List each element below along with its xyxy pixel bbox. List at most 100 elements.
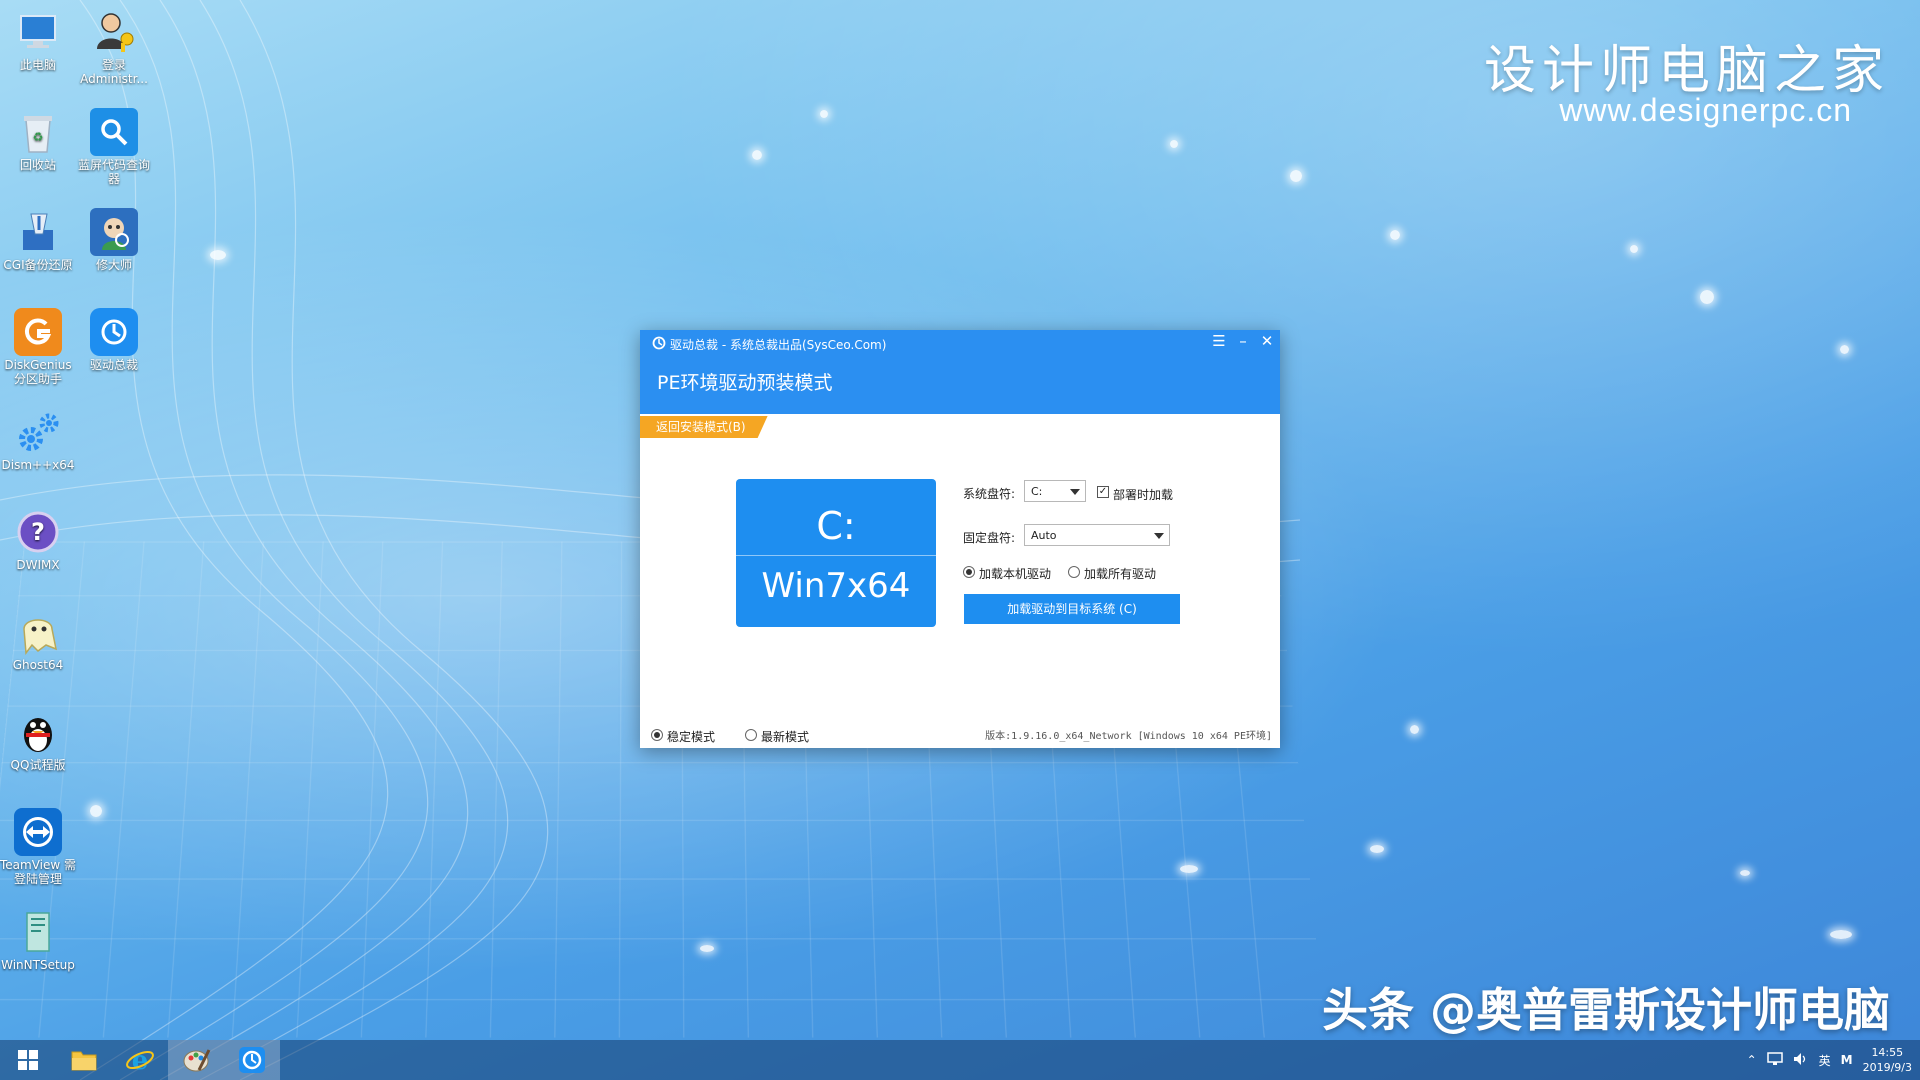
gears-icon	[14, 408, 62, 456]
desktop-icon-qq[interactable]: QQ试程版	[0, 708, 76, 772]
taskbar: e ⌃ 英 M 14:55 2019/9/3	[0, 1040, 1920, 1080]
close-icon[interactable]: ✕	[1256, 332, 1278, 350]
svg-text:?: ?	[31, 518, 45, 546]
desktop-icon-diskgenius[interactable]: DiskGenius 分区助手	[0, 308, 76, 386]
desktop-icon-label: TeamView 需登陆管理	[0, 858, 77, 886]
wallpaper-sparkle	[1370, 845, 1384, 853]
user-key-icon	[90, 8, 138, 56]
system-drive-label: 系统盘符:	[963, 487, 1016, 501]
wallpaper-sparkle	[90, 805, 102, 817]
desktop-icon-cgi-backup[interactable]: CGI备份还原	[0, 208, 76, 272]
window-header: 驱动总裁 - 系统总裁出品(SysCeo.Com) ☰ – ✕ PE环境驱动预装…	[640, 330, 1280, 414]
desktop-icon-label: DWIMX	[16, 558, 60, 572]
desktop-icon-admin-login[interactable]: 登录 Administr...	[76, 8, 152, 86]
input-method-indicator[interactable]: M	[1841, 1053, 1853, 1067]
qq-penguin-icon	[14, 708, 62, 756]
stable-mode-label: 稳定模式	[667, 730, 716, 744]
target-os-name: Win7x64	[761, 566, 911, 606]
system-tray: ⌃ 英 M 14:55 2019/9/3	[1747, 1040, 1912, 1080]
chevron-down-icon	[1070, 489, 1080, 495]
wallpaper-sparkle	[1740, 870, 1750, 876]
internet-explorer-icon[interactable]: e	[112, 1040, 168, 1080]
desktop-icon-label: 修大师	[95, 258, 132, 272]
desktop-icon-ghost64[interactable]: Ghost64	[0, 608, 76, 672]
target-system-card: C: Win7x64	[736, 479, 936, 627]
windows-start-icon[interactable]	[0, 1040, 56, 1080]
desktop-icon-label: 回收站	[19, 158, 56, 172]
deploy-load-checkbox[interactable]: ✓	[1097, 486, 1109, 498]
wallpaper-sparkle	[1290, 170, 1302, 182]
desktop-icon-dism[interactable]: Dism++x64	[0, 408, 76, 472]
back-to-install-mode-button[interactable]: 返回安装模式(B)	[640, 416, 768, 438]
help-icon: ?	[14, 508, 62, 556]
wallpaper-sparkle	[1830, 930, 1852, 939]
teamviewer-icon	[14, 808, 62, 856]
desktop-icon-recycle-bin[interactable]: ♻ 回收站	[0, 108, 76, 172]
app-logo-icon	[652, 336, 666, 353]
driver-ceo-window: 驱动总裁 - 系统总裁出品(SysCeo.Com) ☰ – ✕ PE环境驱动预装…	[640, 330, 1280, 748]
stable-mode-radio[interactable]	[651, 729, 663, 741]
wallpaper-sparkle	[1410, 725, 1419, 734]
minimize-icon[interactable]: –	[1232, 332, 1254, 350]
menu-icon[interactable]: ☰	[1208, 332, 1230, 350]
load-all-drivers-label: 加载所有驱动	[1084, 567, 1157, 581]
watermark-url: www.designerpc.cn	[1559, 92, 1852, 128]
wallpaper-sparkle	[820, 110, 828, 118]
ghost-icon	[14, 608, 62, 656]
desktop-icon-label: 此电脑	[19, 58, 56, 72]
load-local-drivers-label: 加载本机驱动	[979, 567, 1052, 581]
input-language-indicator[interactable]: 英	[1819, 1052, 1831, 1069]
volume-icon[interactable]	[1793, 1052, 1809, 1069]
desktop-icon-label: WinNTSetup	[1, 958, 75, 972]
wallpaper-sparkle	[1180, 865, 1198, 873]
fixed-drive-select[interactable]: Auto	[1024, 524, 1170, 546]
wallpaper-sparkle	[1630, 245, 1638, 253]
wallpaper-sparkle	[1840, 345, 1849, 354]
paint-icon[interactable]	[168, 1040, 224, 1080]
latest-mode-radio[interactable]	[745, 729, 757, 741]
clock[interactable]: 14:55 2019/9/3	[1863, 1045, 1912, 1075]
desktop-icon-label: 驱动总裁	[89, 358, 138, 372]
backup-tool-icon	[14, 208, 62, 256]
desktop-icon-this-pc[interactable]: 此电脑	[0, 8, 76, 72]
clock-date: 2019/9/3	[1862, 1061, 1912, 1074]
chevron-down-icon	[1154, 533, 1164, 539]
driver-icon	[90, 308, 138, 356]
desktop-icon-teamviewer[interactable]: TeamView 需登陆管理	[0, 808, 76, 886]
svg-text:♻: ♻	[33, 130, 44, 144]
clock-time: 14:55	[1871, 1046, 1904, 1059]
desktop-icon-label: DiskGenius 分区助手	[4, 358, 72, 386]
wallpaper-sparkle	[1700, 290, 1714, 304]
desktop-icon-driver-ceo[interactable]: 驱动总裁	[76, 308, 152, 372]
target-drive-letter: C:	[816, 504, 856, 548]
desktop-icon-label: 登录 Administr...	[80, 58, 148, 86]
window-subtitle: PE环境驱动预装模式	[657, 372, 833, 394]
system-drive-select[interactable]: C:	[1024, 480, 1086, 502]
network-icon[interactable]	[1766, 1051, 1783, 1069]
system-drive-value: C:	[1031, 485, 1043, 498]
fixed-drive-value: Auto	[1031, 529, 1057, 542]
load-drivers-button[interactable]: 加载驱动到目标系统 (C)	[964, 594, 1180, 624]
wallpaper-sparkle	[1390, 230, 1400, 240]
desktop-icon-dwimx[interactable]: ? DWIMX	[0, 508, 76, 572]
load-local-drivers-radio[interactable]	[963, 566, 975, 578]
desktop-icon-label: Ghost64	[12, 658, 64, 672]
driver-icon[interactable]	[224, 1040, 280, 1080]
version-info: 版本:1.9.16.0_x64_Network [Windows 10 x64 …	[985, 731, 1272, 742]
desktop-icon-repair-master[interactable]: 修大师	[76, 208, 152, 272]
search-icon	[90, 108, 138, 156]
load-all-drivers-radio[interactable]	[1068, 566, 1080, 578]
wallpaper-sparkle	[752, 150, 762, 160]
desktop-icon-label: 蓝屏代码查询器	[77, 158, 150, 186]
file-explorer-icon[interactable]	[56, 1040, 112, 1080]
wallpaper-sparkle	[700, 945, 714, 952]
desktop-icon-label: Dism++x64	[1, 458, 75, 472]
desktop-icon-winntsetup[interactable]: WinNTSetup	[0, 908, 76, 972]
deploy-load-label: 部署时加载	[1113, 488, 1174, 502]
desktop-icon-label: CGI备份还原	[3, 258, 73, 272]
wallpaper-sparkle	[210, 250, 226, 260]
chevron-up-icon[interactable]: ⌃	[1747, 1053, 1757, 1067]
recycle-bin-icon: ♻	[14, 108, 62, 156]
desktop-icon-bsod-lookup[interactable]: 蓝屏代码查询器	[76, 108, 152, 186]
window-titlebar[interactable]: 驱动总裁 - 系统总裁出品(SysCeo.Com)	[652, 336, 886, 353]
